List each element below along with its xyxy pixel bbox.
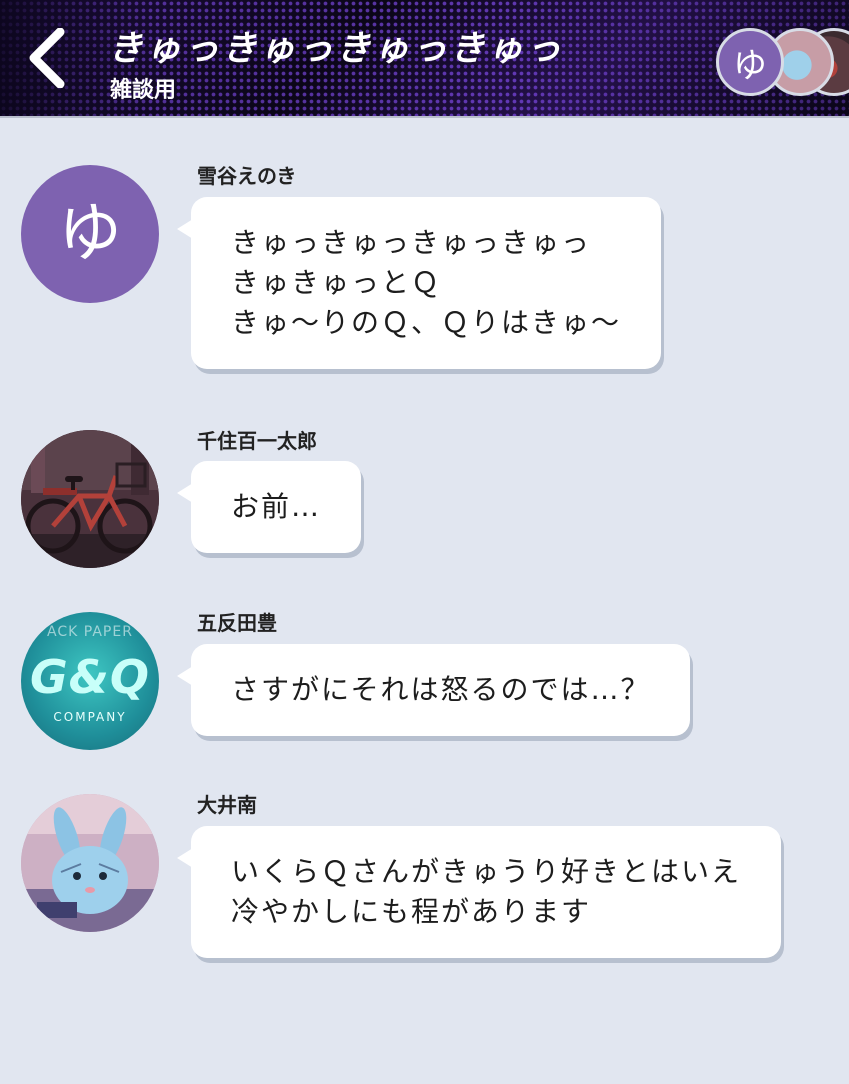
avatar-glyph: ゆ	[58, 197, 122, 271]
bicycle-icon	[21, 430, 159, 568]
room-subtitle: 雑談用	[110, 78, 177, 103]
chat-header: きゅっきゅっきゅっきゅっ 雑談用 ゆ	[0, 0, 849, 118]
member-avatars[interactable]: ゆ	[716, 28, 849, 100]
message-text: いくらＱさんがきゅうり好きとはいえ	[231, 855, 742, 888]
message-text: お前…	[231, 490, 322, 523]
avatar[interactable]: ACK PAPER G&Q COMPANY	[21, 612, 159, 750]
logo-top-text: ACK PAPER	[47, 624, 133, 640]
message-text: さすがにそれは怒るのでは…？	[231, 673, 651, 706]
sender-name: 千住百一太郎	[197, 429, 317, 453]
logo-bottom-text: COMPANY	[53, 710, 127, 724]
avatar[interactable]	[21, 430, 159, 568]
avatar[interactable]	[21, 794, 159, 932]
message-text: きゅきゅっとＱ	[231, 266, 442, 299]
message-bubble: いくらＱさんがきゅうり好きとはいえ 冷やかしにも程があります	[176, 826, 782, 958]
message-text: 冷やかしにも程があります	[231, 895, 592, 928]
chevron-left-icon	[29, 28, 65, 88]
bunny-plush-icon	[21, 794, 159, 932]
member-avatar: ゆ	[716, 28, 784, 96]
room-title: きゅっきゅっきゅっきゅっ	[108, 29, 565, 69]
gq-logo-icon: G&Q	[30, 650, 150, 704]
sender-name: 雪谷えのき	[197, 164, 297, 188]
message-text: きゅっきゅっきゅっきゅっ	[231, 226, 592, 259]
message-text: きゅ～りのＱ、Ｑりはきゅ～	[231, 306, 622, 339]
message-bubble: お前…	[176, 461, 362, 553]
message-bubble: さすがにそれは怒るのでは…？	[176, 644, 691, 736]
back-button[interactable]	[22, 26, 70, 90]
sender-name: 五反田豊	[197, 611, 277, 635]
sender-name: 大井南	[197, 793, 257, 817]
avatar[interactable]: ゆ	[21, 165, 159, 303]
message-bubble: きゅっきゅっきゅっきゅっ きゅきゅっとＱ きゅ～りのＱ、Ｑりはきゅ～	[176, 197, 662, 369]
